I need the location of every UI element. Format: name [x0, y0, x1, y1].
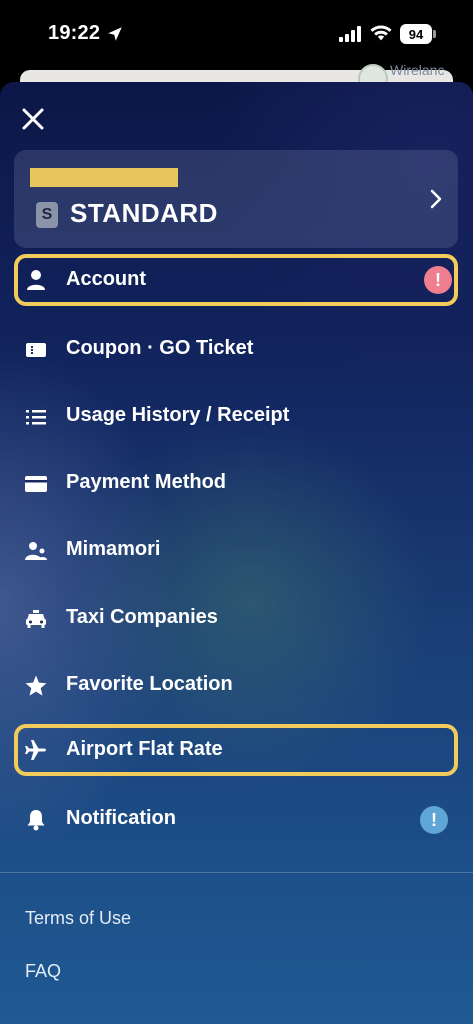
menu-item-label: Favorite Location [66, 673, 233, 695]
menu-item-label: Taxi Companies [66, 606, 218, 628]
divider [0, 872, 473, 873]
menu-item-label: Notification [66, 807, 176, 829]
side-menu-drawer: S STANDARD Account ! Coupon · GO Ticket [0, 82, 473, 1024]
taxi-icon [26, 610, 46, 628]
card-icon [25, 476, 47, 492]
menu-item-label: Coupon · GO Ticket [66, 337, 254, 359]
people-icon [25, 542, 47, 560]
menu-item-favorite-location[interactable]: Favorite Location [14, 660, 458, 712]
menu-item-taxi-companies[interactable]: Taxi Companies [14, 593, 458, 645]
location-arrow-icon [108, 27, 122, 41]
menu-item-label: Usage History / Receipt [66, 404, 290, 426]
redacted-name-bar [30, 168, 178, 187]
terms-of-use-link[interactable]: Terms of Use [25, 908, 131, 929]
star-icon [25, 675, 47, 696]
close-button[interactable] [14, 100, 52, 138]
menu-item-notification[interactable]: Notification ! [14, 794, 458, 846]
menu-item-label: Airport Flat Rate [66, 738, 223, 760]
bell-icon [27, 810, 45, 831]
menu-item-payment-method[interactable]: Payment Method [14, 458, 458, 510]
menu-item-label: Payment Method [66, 471, 227, 493]
menu-item-label: Mimamori [66, 538, 161, 560]
plan-badge: S [36, 202, 58, 228]
menu-item-usage-history[interactable]: Usage History / Receipt [14, 391, 458, 443]
signal-icon [339, 26, 361, 42]
list-icon [26, 410, 46, 425]
person-icon [27, 270, 45, 290]
membership-plan-card[interactable]: S STANDARD [14, 150, 458, 248]
wifi-icon [370, 25, 392, 41]
menu-item-label: Account [66, 268, 146, 290]
status-time: 19:22 [48, 22, 101, 44]
chevron-right-icon [430, 189, 442, 209]
plan-name: STANDARD [70, 198, 218, 228]
account-alert-badge: ! [424, 266, 452, 294]
ticket-icon [26, 343, 46, 357]
notification-alert-badge: ! [420, 806, 448, 834]
menu-item-coupon[interactable]: Coupon · GO Ticket [14, 324, 458, 376]
menu-item-account[interactable]: Account ! [14, 254, 458, 306]
battery-tip [433, 30, 436, 38]
battery-indicator: 94 [400, 24, 432, 44]
menu-item-mimamori[interactable]: Mimamori [14, 525, 458, 577]
menu-item-airport-flat-rate[interactable]: Airport Flat Rate [14, 724, 458, 776]
faq-link[interactable]: FAQ [25, 961, 61, 982]
airplane-icon [25, 740, 46, 760]
map-label: Wirelanc [390, 62, 445, 78]
close-icon [22, 108, 44, 130]
